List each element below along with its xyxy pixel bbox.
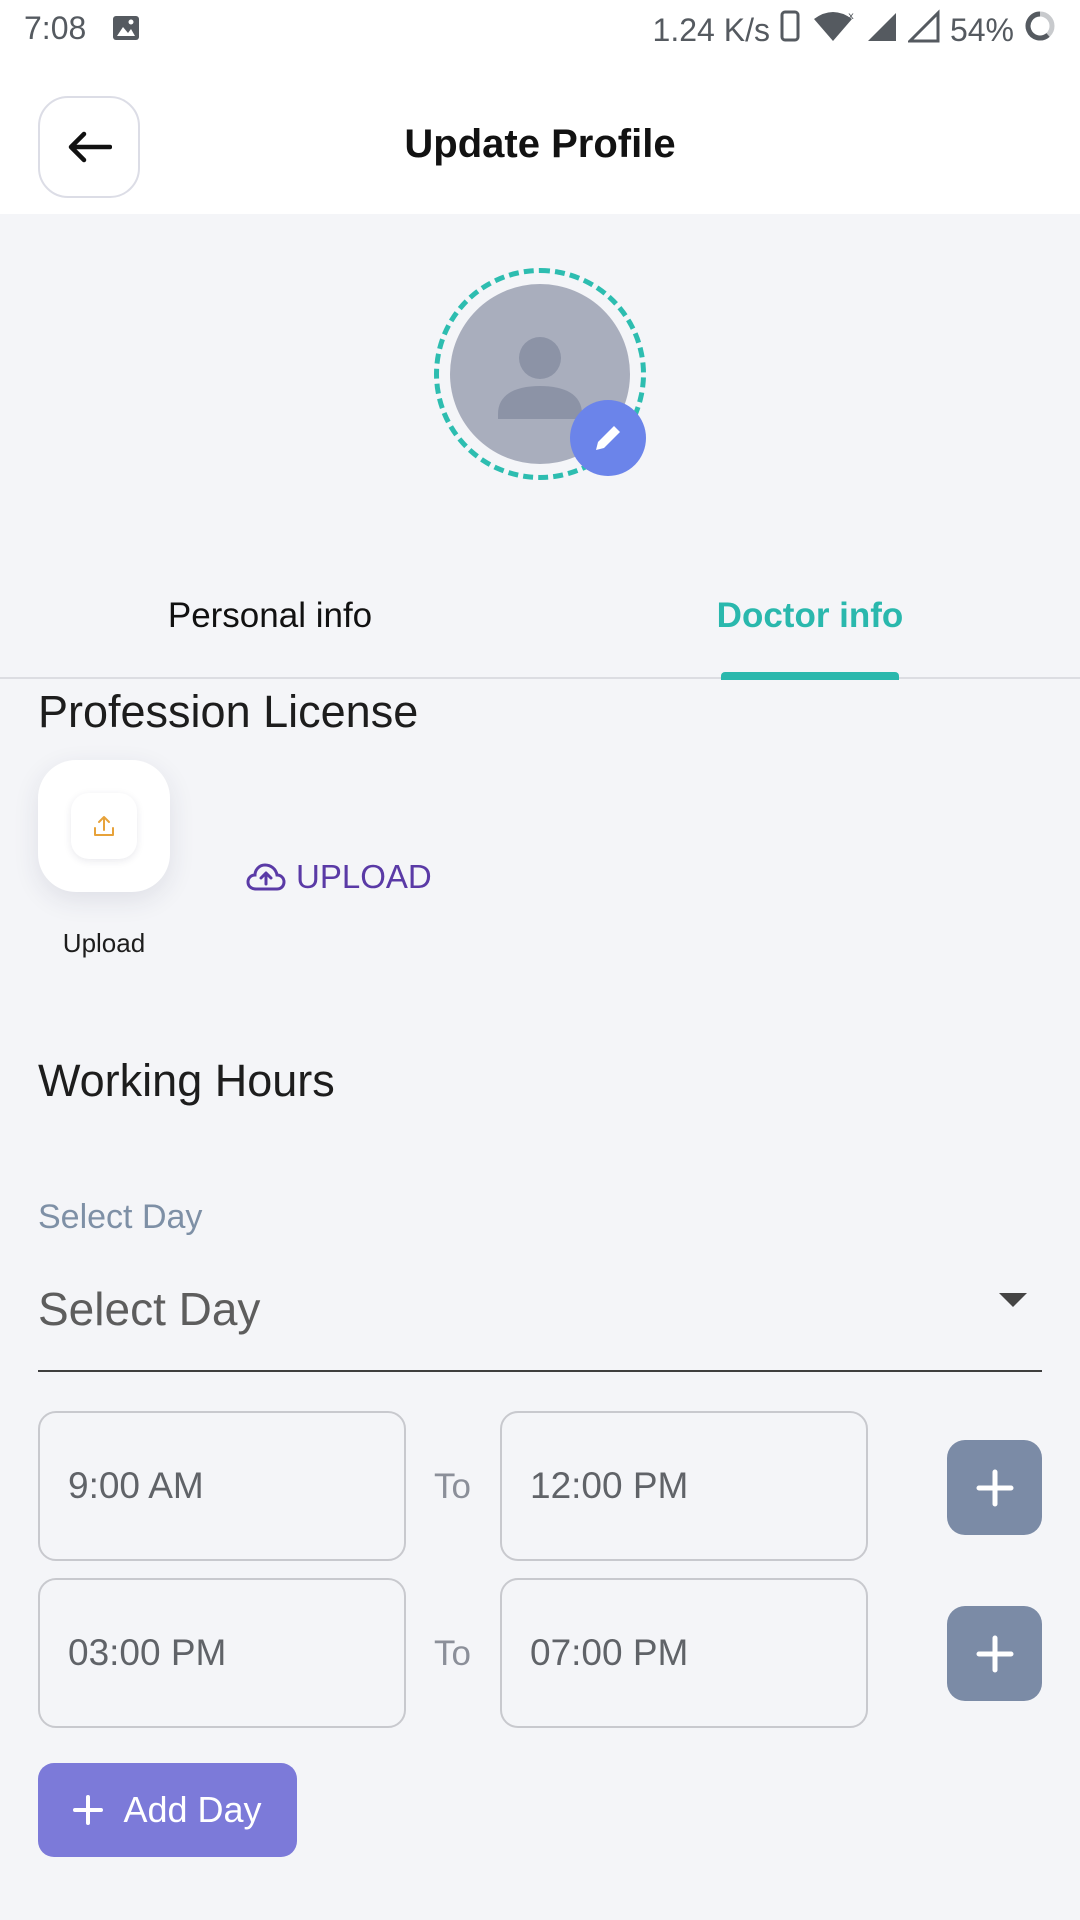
signal-r-icon [866, 9, 898, 51]
cloud-upload-icon [246, 863, 286, 891]
select-day-label: Select Day [38, 1198, 203, 1236]
time-to-field[interactable]: 07:00 PM [500, 1578, 868, 1728]
network-speed: 1.24 K/s [652, 11, 770, 48]
select-day-value: Select Day [38, 1283, 261, 1335]
time-from-field[interactable]: 03:00 PM [38, 1578, 406, 1728]
battery-percent: 54% [949, 11, 1014, 48]
image-notification-icon [112, 14, 140, 42]
status-right: 1.24 K/s x 54% [653, 8, 1056, 52]
dropdown-caret-icon [999, 1293, 1027, 1307]
upload-link-label: UPLOAD [296, 858, 432, 895]
page-title: Update Profile [404, 122, 676, 166]
pencil-icon [596, 426, 620, 450]
add-day-button[interactable]: Add Day [38, 1763, 297, 1857]
status-time: 7:08 [24, 10, 87, 46]
plus-icon [976, 1469, 1013, 1506]
plus-icon [976, 1635, 1013, 1672]
upload-card-label: Upload [62, 928, 146, 958]
add-slot-button[interactable] [947, 1440, 1042, 1535]
time-from-field[interactable]: 9:00 AM [38, 1411, 406, 1561]
battery-icon [1024, 10, 1056, 50]
tab-personal-info[interactable]: Personal info [120, 596, 420, 636]
time-to-field[interactable]: 12:00 PM [500, 1411, 868, 1561]
tab-doctor-info[interactable]: Doctor info [660, 596, 960, 636]
upload-file-icon [94, 816, 114, 836]
to-label: To [434, 1467, 471, 1506]
plus-icon [73, 1795, 104, 1825]
phone-icon [780, 10, 800, 50]
tabs-divider [0, 677, 1080, 679]
profession-license-title: Profession License [38, 686, 419, 737]
edit-avatar-button[interactable] [570, 400, 646, 476]
upload-link[interactable]: UPLOAD [246, 858, 432, 896]
signal-icon [906, 9, 940, 51]
add-slot-button[interactable] [947, 1606, 1042, 1701]
to-label: To [434, 1634, 471, 1673]
upload-card[interactable] [38, 760, 170, 892]
svg-text:x: x [848, 11, 854, 22]
wifi-icon: x [810, 9, 856, 51]
active-tab-indicator [721, 672, 899, 680]
upload-card-inner [71, 793, 137, 859]
working-hours-title: Working Hours [38, 1055, 335, 1106]
add-day-label: Add Day [123, 1789, 262, 1830]
